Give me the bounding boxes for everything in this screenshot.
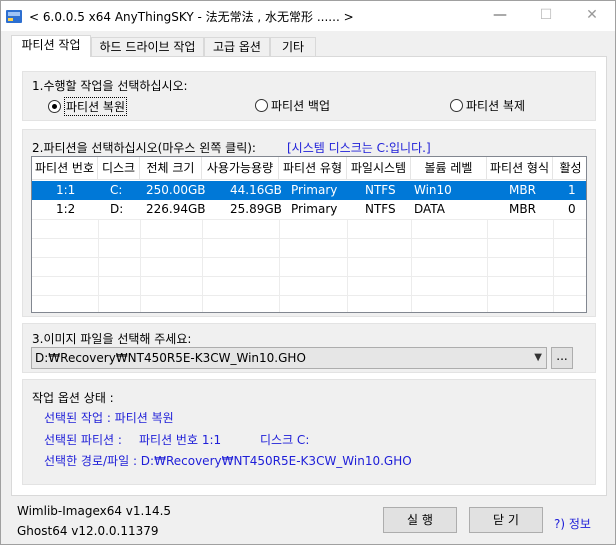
col-partition-type[interactable]: 파티션 유형	[279, 157, 347, 180]
cell-partition-type: Primary	[291, 183, 338, 197]
radio-clone-circle[interactable]	[450, 99, 463, 112]
grid-line	[140, 219, 141, 312]
chevron-down-icon[interactable]: ▼	[534, 348, 542, 368]
grid-line	[347, 219, 348, 312]
image-group-label: 3.이미지 파일을 선택해 주세요:	[32, 332, 192, 346]
close-window-button[interactable]: ✕	[569, 1, 615, 31]
status-group-label: 작업 옵션 상태 :	[32, 391, 114, 405]
status-selected-task: 선택된 작업 : 파티션 복원	[44, 411, 174, 425]
cell-disk: C:	[110, 183, 123, 197]
col-partition-number[interactable]: 파티션 번호	[32, 157, 98, 180]
grid-line	[32, 276, 586, 277]
close-button[interactable]: 닫 기	[469, 507, 543, 533]
window-title: < 6.0.0.5 x64 AnyThingSKY - 法无常法 , 水无常形 …	[29, 10, 354, 24]
grid-line	[32, 295, 586, 296]
radio-clone[interactable]: 파티션 복제	[450, 97, 525, 114]
tab-partition-ops[interactable]: 파티션 작업	[11, 35, 91, 57]
cell-free-space: 44.16GB	[230, 183, 282, 197]
cell-total-size: 250.00GB	[146, 183, 206, 197]
partition-group-label: 2.파티션을 선택하십시오(마우스 왼쪽 클릭):	[32, 141, 256, 155]
ghost-version: Ghost64 v12.0.0.11379	[17, 524, 159, 538]
browse-button[interactable]: ...	[551, 347, 573, 369]
status-selected-partition-value: 파티션 번호 1:1	[139, 433, 222, 447]
status-selected-partition-label: 선택된 파티션 :	[44, 433, 122, 447]
col-partition-style[interactable]: 파티션 형식	[487, 157, 553, 180]
table-header: 파티션 번호 디스크 전체 크기 사용가능용량 파티션 유형 파일시스템 볼륨 …	[32, 157, 586, 180]
grid-line	[32, 238, 586, 239]
col-volume-label[interactable]: 볼륨 레벨	[411, 157, 487, 180]
radio-restore-label: 파티션 복원	[64, 97, 128, 116]
info-link[interactable]: ?) 정보	[554, 515, 591, 532]
tab-advanced[interactable]: 고급 옵션	[204, 37, 270, 56]
cell-volume-label: DATA	[414, 202, 445, 216]
status-selected-path: 선택한 경로/파일 : D:₩Recovery₩NT450R5E-K3CW_Wi…	[44, 454, 412, 468]
image-path-select[interactable]: D:₩Recovery₩NT450R5E-K3CW_Win10.GHO ▼	[31, 347, 547, 369]
col-filesystem[interactable]: 파일시스템	[347, 157, 411, 180]
cell-partition-style: MBR	[509, 183, 536, 197]
radio-restore[interactable]: 파티션 복원	[48, 97, 128, 116]
col-active[interactable]: 활성	[553, 157, 586, 180]
cell-active: 0	[568, 202, 576, 216]
grid-line	[202, 219, 203, 312]
table-row[interactable]: 1:2 D: 226.94GB 25.89GB Primary NTFS DAT…	[32, 200, 586, 219]
col-total-size[interactable]: 전체 크기	[140, 157, 202, 180]
grid-line	[32, 257, 586, 258]
grid-line	[98, 219, 99, 312]
col-disk[interactable]: 디스크	[98, 157, 140, 180]
grid-line	[32, 219, 586, 220]
title-bar[interactable]: < 6.0.0.5 x64 AnyThingSKY - 法无常法 , 水无常形 …	[1, 1, 615, 31]
cell-partition-style: MBR	[509, 202, 536, 216]
partition-table[interactable]: 파티션 번호 디스크 전체 크기 사용가능용량 파티션 유형 파일시스템 볼륨 …	[31, 156, 587, 313]
cell-volume-label: Win10	[414, 183, 452, 197]
wimlib-version: Wimlib-Imagex64 v1.14.5	[17, 504, 172, 518]
cell-disk: D:	[110, 202, 124, 216]
radio-clone-label: 파티션 복제	[466, 99, 526, 113]
tab-drive-ops[interactable]: 하드 드라이브 작업	[91, 37, 204, 56]
cell-active: 1	[568, 183, 576, 197]
grid-line	[279, 219, 280, 312]
cell-total-size: 226.94GB	[146, 202, 206, 216]
minimize-button[interactable]: —	[477, 1, 523, 31]
radio-backup[interactable]: 파티션 백업	[255, 97, 330, 114]
task-group-label: 1.수행할 작업을 선택하십시오:	[32, 79, 188, 93]
cell-partition-number: 1:2	[56, 202, 76, 216]
grid-line	[411, 219, 412, 312]
app-icon	[6, 10, 22, 23]
maximize-button[interactable]: ☐	[523, 1, 569, 31]
tab-etc[interactable]: 기타	[270, 37, 316, 56]
status-selected-disk: 디스크 C:	[260, 433, 310, 447]
app-window: < 6.0.0.5 x64 AnyThingSKY - 法无常法 , 水无常形 …	[0, 0, 616, 545]
run-button[interactable]: 실 행	[383, 507, 457, 533]
radio-backup-label: 파티션 백업	[271, 99, 331, 113]
grid-line	[553, 219, 554, 312]
table-row[interactable]: 1:1 C: 250.00GB 44.16GB Primary NTFS Win…	[32, 181, 586, 200]
cell-partition-type: Primary	[291, 202, 338, 216]
cell-filesystem: NTFS	[365, 183, 396, 197]
radio-backup-circle[interactable]	[255, 99, 268, 112]
cell-free-space: 25.89GB	[230, 202, 282, 216]
image-path-value: D:₩Recovery₩NT450R5E-K3CW_Win10.GHO	[35, 351, 306, 365]
col-free-space[interactable]: 사용가능용량	[202, 157, 279, 180]
radio-restore-circle[interactable]	[48, 100, 61, 113]
grid-line	[487, 219, 488, 312]
cell-filesystem: NTFS	[365, 202, 396, 216]
system-disk-note: [시스템 디스크는 C:입니다.]	[287, 141, 431, 155]
cell-partition-number: 1:1	[56, 183, 76, 197]
